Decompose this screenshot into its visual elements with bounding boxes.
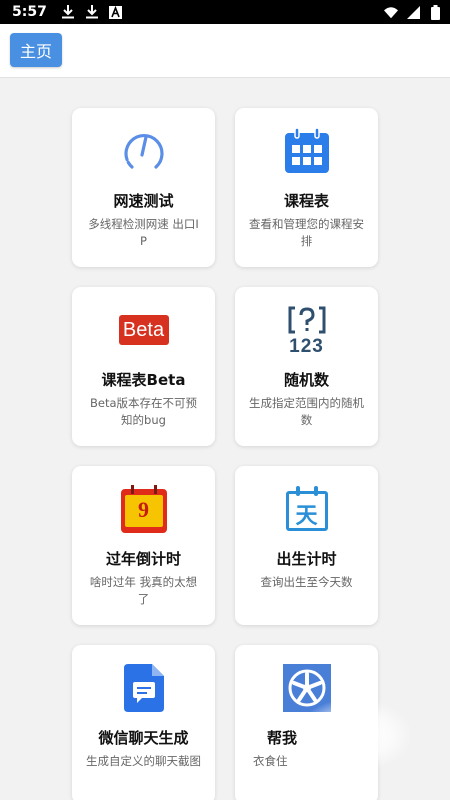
card-title: 过年倒计时 [105, 550, 181, 568]
wifi-icon [384, 5, 398, 19]
battery-icon [428, 4, 442, 20]
card-course-table-beta[interactable]: Beta 课程表Beta Beta版本存在不可预知的bug [72, 287, 215, 446]
card-title: 课程表 [283, 192, 329, 210]
card-desc: 衣食住 [253, 754, 288, 768]
card-speed-test[interactable]: 网速测试 多线程检测网速 出口IP [72, 108, 215, 267]
card-title: 微信聊天生成 [98, 729, 189, 747]
random-number-digits: 123 [289, 336, 324, 357]
day-calendar-char: 天 [295, 504, 318, 529]
speedometer-icon [117, 124, 171, 178]
download-icon [61, 5, 75, 19]
download-icon [85, 5, 99, 19]
card-title: 帮我 [267, 729, 298, 747]
card-course-table[interactable]: 课程表 查看和管理您的课程安排 [235, 108, 378, 267]
card-title: 随机数 [283, 371, 329, 389]
card-desc: 多线程检测网速 出口IP [88, 217, 199, 248]
app-bar: 主页 [0, 24, 450, 78]
card-title: 出生计时 [276, 550, 337, 568]
card-birth-timer[interactable]: 天 出生计时 查询出生至今天数 [235, 466, 378, 625]
accessibility-icon [109, 5, 123, 19]
status-icons-right [384, 4, 442, 20]
card-desc: 啥时过年 我真的太想了 [89, 575, 198, 606]
card-desc: Beta版本存在不可预知的bug [89, 396, 198, 427]
card-new-year-countdown[interactable]: 9 过年倒计时 啥时过年 我真的太想了 [72, 466, 215, 625]
card-random-number[interactable]: 123 随机数 生成指定范围内的随机数 [235, 287, 378, 446]
card-desc: 查看和管理您的课程安排 [249, 217, 364, 248]
card-title: 课程表Beta [101, 371, 186, 389]
signal-icon [406, 5, 420, 19]
random-number-icon: 123 [280, 303, 334, 357]
calendar-icon [280, 124, 334, 178]
day-calendar-icon: 天 [280, 482, 334, 536]
new-year-calendar-icon: 9 [117, 482, 171, 536]
beta-badge-text: Beta [118, 315, 169, 345]
card-desc: 查询出生至今天数 [260, 575, 353, 589]
card-help-me[interactable]: 帮我 衣食住 [235, 645, 378, 800]
status-bar: 5:57 [0, 0, 450, 24]
home-button[interactable]: 主页 [10, 33, 62, 67]
chat-document-icon [117, 661, 171, 715]
status-time: 5:57 [12, 4, 47, 20]
wheel-icon [280, 661, 334, 715]
new-year-day-number: 9 [138, 497, 149, 522]
card-desc: 生成自定义的聊天截图 [86, 754, 201, 768]
card-title: 网速测试 [113, 192, 174, 210]
card-desc: 生成指定范围内的随机数 [249, 396, 364, 427]
beta-badge-icon: Beta [117, 303, 171, 357]
status-icons-left [61, 5, 123, 19]
card-wechat-chat-generator[interactable]: 微信聊天生成 生成自定义的聊天截图 [72, 645, 215, 800]
